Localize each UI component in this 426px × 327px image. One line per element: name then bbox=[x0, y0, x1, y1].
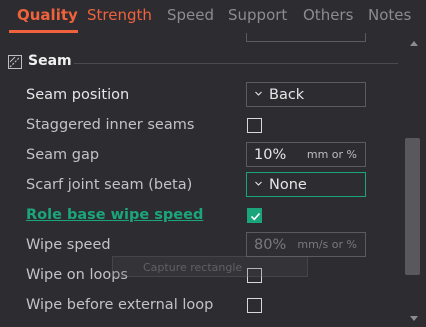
scroll-thumb[interactable] bbox=[405, 138, 420, 275]
staggered-label: Staggered inner seams bbox=[26, 117, 195, 133]
settings-panel: Seam Seam position Back Staggered inner … bbox=[0, 33, 404, 327]
seam-position-value: Back bbox=[269, 86, 305, 103]
tab-bar: Quality Strength Speed Support Others No… bbox=[0, 0, 426, 33]
section-divider bbox=[74, 63, 398, 64]
wipe-speed-label: Wipe speed bbox=[26, 237, 111, 253]
scarf-value: None bbox=[269, 176, 307, 193]
chevron-down-icon bbox=[255, 91, 262, 96]
scroll-down-arrow-icon[interactable] bbox=[410, 316, 418, 321]
seam-gap-unit: mm or % bbox=[306, 148, 357, 161]
wipe-speed-value: 80% bbox=[254, 236, 287, 253]
wipe-before-label: Wipe before external loop bbox=[26, 297, 214, 313]
section-title: Seam bbox=[28, 53, 72, 69]
tab-quality[interactable]: Quality bbox=[17, 6, 78, 24]
wipe-speed-input[interactable]: 80% mm/s or % bbox=[246, 232, 366, 257]
scroll-up-arrow-icon[interactable] bbox=[410, 41, 418, 46]
role-wipe-checkbox[interactable] bbox=[247, 208, 262, 223]
seam-position-dropdown[interactable]: Back bbox=[246, 82, 366, 107]
seam-gap-label: Seam gap bbox=[26, 147, 100, 163]
seam-position-label: Seam position bbox=[26, 87, 130, 103]
seam-icon bbox=[8, 54, 22, 69]
tab-support[interactable]: Support bbox=[228, 6, 287, 24]
role-wipe-label[interactable]: Role base wipe speed bbox=[26, 203, 203, 227]
wipe-before-checkbox[interactable] bbox=[247, 298, 262, 313]
seam-gap-value: 10% bbox=[254, 146, 287, 163]
section-header: Seam bbox=[8, 53, 72, 69]
chevron-down-icon bbox=[255, 181, 262, 186]
tab-speed[interactable]: Speed bbox=[167, 6, 214, 24]
tab-strength[interactable]: Strength bbox=[87, 6, 152, 24]
staggered-checkbox[interactable] bbox=[247, 118, 262, 133]
vertical-scrollbar[interactable] bbox=[404, 33, 426, 327]
seam-gap-input[interactable]: 10% mm or % bbox=[246, 142, 366, 167]
wipe-speed-unit: mm/s or % bbox=[297, 238, 357, 251]
tab-notes[interactable]: Notes bbox=[368, 6, 411, 24]
tab-others[interactable]: Others bbox=[303, 6, 353, 24]
previous-field-stub bbox=[246, 33, 366, 42]
check-icon bbox=[250, 212, 261, 221]
capture-tooltip: Capture rectangle bbox=[112, 256, 308, 277]
scarf-dropdown[interactable]: None bbox=[246, 172, 366, 197]
scarf-label: Scarf joint seam (beta) bbox=[26, 177, 193, 193]
